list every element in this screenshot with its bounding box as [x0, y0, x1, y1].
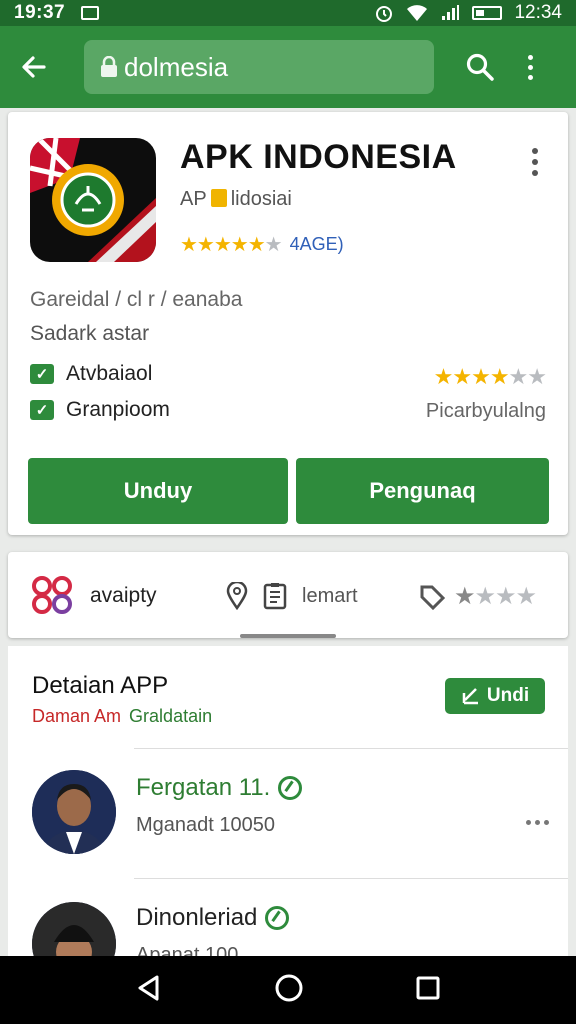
secondary-action-button[interactable]: Pengunaq	[296, 458, 549, 524]
avatar[interactable]	[32, 770, 116, 854]
tab-label: avaipty	[90, 584, 157, 607]
app-icon[interactable]	[30, 138, 156, 262]
overflow-menu-button[interactable]	[520, 54, 540, 80]
review-more-button[interactable]	[526, 820, 549, 825]
more-dot	[532, 159, 538, 165]
app-rating: ★★★★★★ 4AGE)	[180, 232, 344, 257]
more-dot	[527, 74, 533, 80]
status-time-right: 12:34	[514, 2, 562, 23]
battery-icon	[472, 6, 503, 20]
review-stars: ★★★★★★	[433, 364, 547, 389]
wifi-icon	[407, 5, 428, 21]
check-icon: ✓	[30, 364, 54, 384]
person-avatar-icon	[32, 770, 116, 854]
app-info-card: APK INDONESIA AP lidosiai ★★★★★★ 4AGE) Ga…	[8, 112, 568, 535]
tab-label: lemart	[302, 584, 358, 607]
rings-icon	[32, 576, 80, 616]
review-name-text: Fergatan 11.	[136, 774, 271, 801]
back-button[interactable]	[14, 47, 54, 87]
details-download-label: Undi	[486, 685, 530, 706]
section-subtitle: Daman Am Graldatain	[32, 706, 212, 727]
developer-prefix: AP	[180, 188, 207, 210]
arrow-left-icon	[22, 56, 46, 78]
app-meta-line1: Gareidal / cl r / eanaba	[30, 288, 243, 311]
check-icon: ✓	[30, 400, 54, 420]
search-icon	[466, 53, 494, 81]
download-button[interactable]: Unduy	[28, 458, 288, 524]
system-nav-bar	[0, 956, 576, 1024]
nav-back-button[interactable]	[135, 974, 163, 1007]
app-bar: dolmesia	[0, 26, 576, 108]
feature-label: Granpioom	[66, 398, 170, 421]
signal-icon	[442, 5, 460, 20]
more-dot	[544, 820, 549, 825]
active-tab-indicator	[240, 634, 336, 638]
url-bar[interactable]: dolmesia	[84, 40, 434, 94]
location-pin-icon	[226, 582, 248, 610]
subtitle-green[interactable]: Graldatain	[129, 706, 212, 726]
subtitle-red: Daman Am	[32, 706, 122, 726]
review-name[interactable]: Fergatan 11.	[136, 774, 303, 802]
divider	[134, 878, 568, 879]
more-dot	[532, 170, 538, 176]
rating-count[interactable]: 4AGE)	[290, 234, 344, 255]
tab-location[interactable]: lemart	[226, 582, 358, 610]
tab-availability[interactable]: avaipty	[32, 576, 157, 616]
status-time-left: 19:37	[14, 2, 66, 23]
tab-strip: avaipty lemart ★★★★	[8, 552, 568, 638]
review-subtitle: Mganadt 10050	[136, 814, 276, 836]
leaf-icon	[278, 776, 303, 800]
circle-home-icon	[275, 974, 303, 1001]
search-button[interactable]	[462, 49, 498, 85]
square-recents-icon	[416, 976, 440, 999]
feature-item: ✓ Granpioom	[30, 398, 170, 422]
app-logo-icon	[30, 138, 156, 262]
more-dot	[535, 820, 540, 825]
rating-stars: ★★★★★★	[180, 234, 283, 256]
details-download-button[interactable]: Undi	[445, 678, 545, 714]
document-icon	[263, 583, 287, 610]
developer-suffix: lidosiai	[230, 188, 292, 210]
mail-icon	[81, 6, 100, 20]
tab-rating[interactable]: ★★★★	[418, 582, 537, 611]
feature-item: ✓ Atvbaiaol	[30, 362, 152, 386]
review-name-text: Dinonleriad	[136, 904, 258, 931]
more-dot	[527, 64, 533, 70]
more-dot	[526, 820, 531, 825]
leaf-icon	[265, 906, 290, 930]
details-section: Detaian APP Daman Am Graldatain Undi Ferg…	[8, 646, 568, 986]
review-name[interactable]: Dinonleriad	[136, 904, 290, 932]
tag-icon	[420, 585, 446, 610]
lock-icon	[101, 56, 117, 77]
developer-name[interactable]: AP lidosiai	[180, 188, 292, 211]
tab-stars: ★★★★	[454, 583, 537, 610]
app-more-button[interactable]	[532, 148, 538, 176]
section-title: Detaian APP	[32, 672, 169, 699]
divider	[134, 748, 568, 749]
status-bar: 19:37 12:34	[0, 0, 576, 26]
alarm-icon	[376, 6, 393, 22]
more-dot	[532, 148, 538, 154]
nav-home-button[interactable]	[274, 973, 304, 1008]
popular-label: Picarbyulalng	[425, 400, 546, 422]
app-meta-line2: Sadark astar	[30, 322, 150, 345]
edit-icon	[462, 688, 478, 705]
triangle-back-icon	[138, 975, 159, 1000]
app-title: APK INDONESIA	[180, 138, 457, 176]
feature-label: Atvbaiaol	[66, 362, 153, 385]
developer-badge-icon	[210, 189, 227, 207]
more-dot	[527, 54, 533, 60]
nav-recents-button[interactable]	[415, 975, 441, 1006]
url-text: dolmesia	[124, 51, 229, 82]
